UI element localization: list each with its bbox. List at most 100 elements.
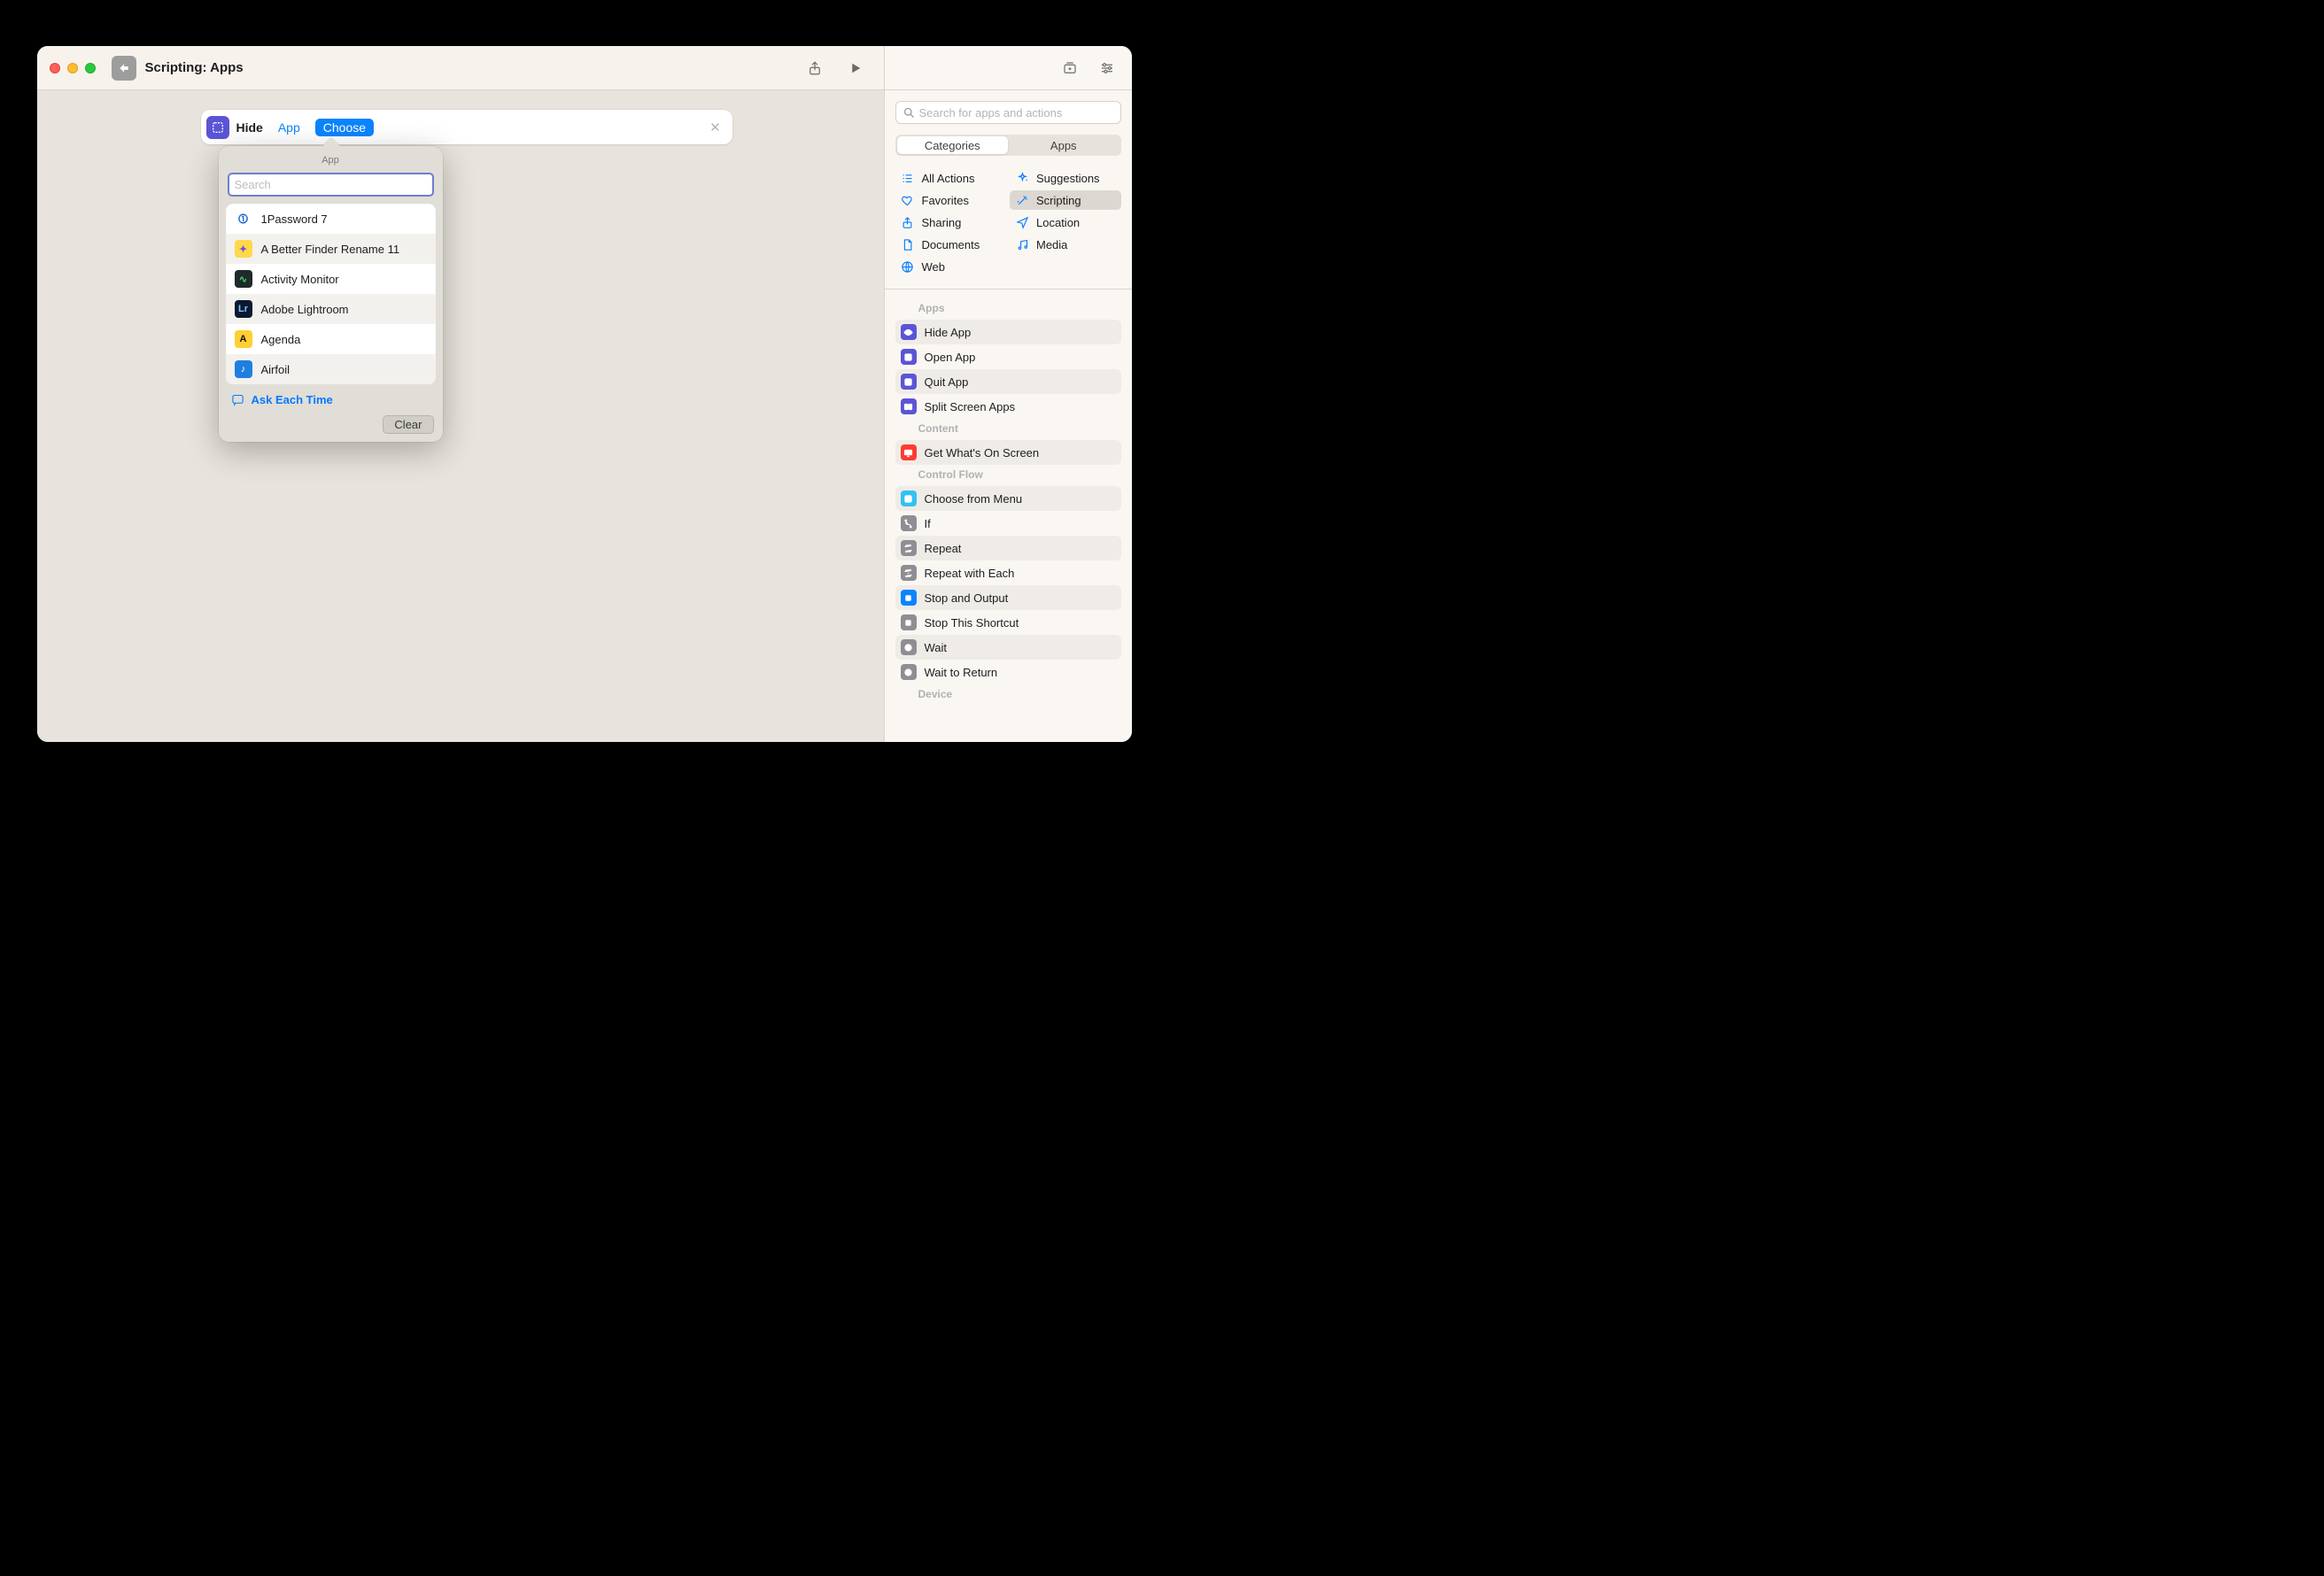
action-row-icon xyxy=(901,398,917,414)
shortcut-icon xyxy=(112,56,136,81)
app-item-label: Agenda xyxy=(261,333,301,346)
run-button[interactable] xyxy=(840,56,872,81)
action-row-label: Get What's On Screen xyxy=(925,446,1040,460)
action-row-icon xyxy=(901,664,917,680)
ask-each-time-option[interactable]: Ask Each Time xyxy=(224,384,438,412)
library-action[interactable]: Quit App xyxy=(895,369,1121,394)
doc-icon xyxy=(901,237,915,251)
action-verb: Hide xyxy=(236,120,263,135)
category-sharing[interactable]: Sharing xyxy=(895,212,1007,232)
editor-canvas[interactable]: Hide App Choose ✕ App ⓵1Password 7✦A Bet… xyxy=(37,90,884,742)
action-row-icon xyxy=(901,614,917,630)
library-action[interactable]: Get What's On Screen xyxy=(895,440,1121,465)
ask-each-time-label: Ask Each Time xyxy=(252,393,333,406)
search-icon xyxy=(902,106,916,120)
close-window-button[interactable] xyxy=(50,63,60,73)
list-icon xyxy=(901,171,915,185)
sidebar-body: Search for apps and actions Categories A… xyxy=(885,90,1132,742)
action-row-icon xyxy=(901,374,917,390)
hide-app-action[interactable]: Hide App Choose ✕ xyxy=(201,110,732,144)
action-row-label: Wait to Return xyxy=(925,666,998,679)
popover-app-item[interactable]: ♪ Airfoil xyxy=(226,354,436,384)
action-row-icon xyxy=(901,491,917,506)
titlebar: Scripting: Apps xyxy=(37,46,884,90)
library-action[interactable]: Stop and Output xyxy=(895,585,1121,610)
app-icon: ⓵ xyxy=(235,210,252,228)
category-scripting[interactable]: Scripting xyxy=(1010,190,1121,210)
library-action[interactable]: Repeat xyxy=(895,536,1121,560)
library-action[interactable]: Hide App xyxy=(895,320,1121,344)
app-icon: ♪ xyxy=(235,360,252,378)
popover-app-item[interactable]: AAgenda xyxy=(226,324,436,354)
category-suggestions[interactable]: Suggestions xyxy=(1010,168,1121,188)
heart-icon xyxy=(901,193,915,207)
library-search-placeholder: Search for apps and actions xyxy=(919,106,1063,120)
zoom-window-button[interactable] xyxy=(85,63,96,73)
tab-categories[interactable]: Categories xyxy=(897,136,1009,154)
category-media[interactable]: Media xyxy=(1010,235,1121,254)
category-web[interactable]: Web xyxy=(895,257,1007,276)
action-row-icon xyxy=(901,590,917,606)
library-action[interactable]: Choose from Menu xyxy=(895,486,1121,511)
window-controls xyxy=(50,63,96,73)
action-row-label: Repeat with Each xyxy=(925,567,1015,580)
globe-icon xyxy=(901,259,915,274)
library-action[interactable]: Stop This Shortcut xyxy=(895,610,1121,635)
category-documents[interactable]: Documents xyxy=(895,235,1007,254)
category-label: Favorites xyxy=(922,194,969,207)
library-action[interactable]: Wait to Return xyxy=(895,660,1121,684)
popover-app-item[interactable]: ✦A Better Finder Rename 11 xyxy=(226,234,436,264)
minimize-window-button[interactable] xyxy=(67,63,78,73)
category-label: Documents xyxy=(922,238,980,251)
popover-app-item[interactable]: ∿Activity Monitor xyxy=(226,264,436,294)
action-row-label: Quit App xyxy=(925,375,969,389)
category-grid: All ActionsSuggestions Favorites Scripting… xyxy=(895,168,1121,276)
action-row-label: Stop This Shortcut xyxy=(925,616,1019,630)
app-item-label: Activity Monitor xyxy=(261,273,339,286)
main-pane: Scripting: Apps Hide App Choose ✕ App xyxy=(37,46,884,742)
toggle-library-button[interactable] xyxy=(1057,56,1082,81)
popover-app-item[interactable]: LrAdobe Lightroom xyxy=(226,294,436,324)
note-icon xyxy=(1015,237,1029,251)
library-action[interactable]: If xyxy=(895,511,1121,536)
action-param-app[interactable]: App xyxy=(270,119,308,136)
action-row-icon xyxy=(901,639,917,655)
category-label: Web xyxy=(922,260,946,274)
action-choose-token[interactable]: Choose xyxy=(315,119,374,136)
app-item-label: Adobe Lightroom xyxy=(261,303,349,316)
app-window: Scripting: Apps Hide App Choose ✕ App xyxy=(37,46,1132,742)
popover-app-list: ⓵1Password 7✦A Better Finder Rename 11∿A… xyxy=(226,204,436,384)
category-favorites[interactable]: Favorites xyxy=(895,190,1007,210)
category-all-actions[interactable]: All Actions xyxy=(895,168,1007,188)
group-header: Device xyxy=(918,688,1121,700)
action-row-label: Repeat xyxy=(925,542,962,555)
action-row-label: If xyxy=(925,517,931,530)
group-header: Control Flow xyxy=(918,468,1121,481)
sparkle-icon xyxy=(1015,171,1029,185)
shortcut-details-button[interactable] xyxy=(1095,56,1119,81)
library-search[interactable]: Search for apps and actions xyxy=(895,101,1121,124)
action-row-icon xyxy=(901,565,917,581)
share-button[interactable] xyxy=(799,56,831,81)
sidebar-divider xyxy=(885,289,1132,290)
popover-search-input[interactable] xyxy=(228,173,434,197)
action-row-label: Hide App xyxy=(925,326,972,339)
library-action[interactable]: Repeat with Each xyxy=(895,560,1121,585)
library-action[interactable]: Split Screen Apps xyxy=(895,394,1121,419)
clear-button[interactable]: Clear xyxy=(383,415,433,434)
popover-app-item[interactable]: ⓵1Password 7 xyxy=(226,204,436,234)
library-action[interactable]: Open App xyxy=(895,344,1121,369)
remove-action-button[interactable]: ✕ xyxy=(708,120,724,135)
popover-title: App xyxy=(224,155,438,166)
category-location[interactable]: Location xyxy=(1010,212,1121,232)
action-row-icon xyxy=(901,515,917,531)
category-label: Scripting xyxy=(1036,194,1081,207)
tab-apps[interactable]: Apps xyxy=(1008,136,1119,154)
group-header: Apps xyxy=(918,302,1121,314)
library-action[interactable]: Wait xyxy=(895,635,1121,660)
app-picker-popover: App ⓵1Password 7✦A Better Finder Rename … xyxy=(219,146,443,442)
wand-icon xyxy=(1015,193,1029,207)
action-row-icon xyxy=(901,349,917,365)
action-row-label: Split Screen Apps xyxy=(925,400,1016,413)
app-item-label: Airfoil xyxy=(261,363,290,376)
